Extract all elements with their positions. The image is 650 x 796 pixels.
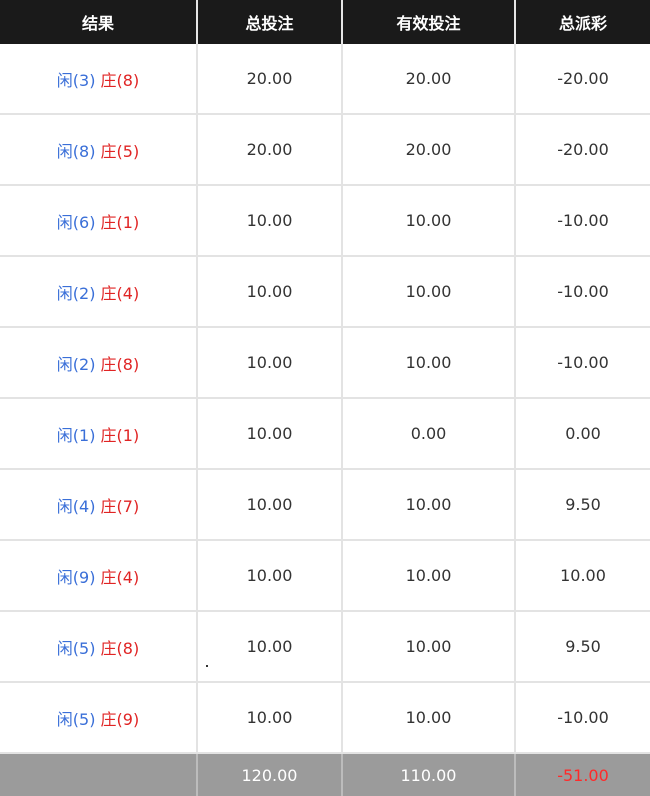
player-score: 闲(8) bbox=[56, 141, 96, 161]
table-row: 闲(5) 庄(9) 10.00 10.00 -10.00 bbox=[0, 682, 650, 754]
table-row: 闲(1) 庄(1) 10.00 0.00 0.00 bbox=[0, 398, 650, 470]
result-cell: 闲(5) 庄(9) bbox=[0, 682, 197, 754]
valid-bet-cell: 0.00 bbox=[341, 398, 515, 470]
payout-cell: 10.00 bbox=[514, 540, 650, 612]
banker-score: 庄(8) bbox=[100, 638, 140, 658]
banker-score: 庄(4) bbox=[100, 567, 140, 587]
stray-dot bbox=[206, 665, 208, 667]
payout-cell: -10.00 bbox=[514, 682, 650, 754]
total-bet-cell: 10.00 bbox=[196, 256, 342, 328]
player-score: 闲(9) bbox=[56, 567, 96, 587]
banker-score: 庄(4) bbox=[100, 283, 140, 303]
payout-cell: 0.00 bbox=[514, 398, 650, 470]
total-bet-cell: 10.00 bbox=[196, 540, 342, 612]
result-cell: 闲(9) 庄(4) bbox=[0, 540, 197, 612]
valid-bet-cell: 10.00 bbox=[341, 682, 515, 754]
player-score: 闲(6) bbox=[56, 212, 96, 232]
table-row: 闲(8) 庄(5) 20.00 20.00 -20.00 bbox=[0, 114, 650, 186]
total-bet-cell: 10.00 bbox=[196, 469, 342, 541]
table-row: 闲(9) 庄(4) 10.00 10.00 10.00 bbox=[0, 540, 650, 612]
payout-cell: -10.00 bbox=[514, 185, 650, 257]
result-cell: 闲(3) 庄(8) bbox=[0, 44, 197, 115]
table-row: 闲(2) 庄(8) 10.00 10.00 -10.00 bbox=[0, 327, 650, 399]
result-cell: 闲(8) 庄(5) bbox=[0, 114, 197, 186]
result-cell: 闲(6) 庄(1) bbox=[0, 185, 197, 257]
valid-bet-cell: 10.00 bbox=[341, 185, 515, 257]
result-cell: 闲(1) 庄(1) bbox=[0, 398, 197, 470]
player-score: 闲(5) bbox=[56, 709, 96, 729]
valid-bet-cell: 10.00 bbox=[341, 469, 515, 541]
banker-score: 庄(1) bbox=[100, 425, 140, 445]
header-total-payout: 总派彩 bbox=[514, 0, 650, 44]
total-bet-cell: 10.00 bbox=[196, 327, 342, 399]
table-row: 闲(4) 庄(7) 10.00 10.00 9.50 bbox=[0, 469, 650, 541]
banker-score: 庄(8) bbox=[100, 70, 140, 90]
table-row: 闲(6) 庄(1) 10.00 10.00 -10.00 bbox=[0, 185, 650, 257]
valid-bet-cell: 20.00 bbox=[341, 114, 515, 186]
total-bet-cell: 10.00 bbox=[196, 611, 342, 683]
payout-cell: -20.00 bbox=[514, 114, 650, 186]
banker-score: 庄(9) bbox=[100, 709, 140, 729]
valid-bet-cell: 20.00 bbox=[341, 44, 515, 115]
total-bet-cell: 20.00 bbox=[196, 114, 342, 186]
total-bet-cell: 10.00 bbox=[196, 398, 342, 470]
result-cell: 闲(4) 庄(7) bbox=[0, 469, 197, 541]
valid-bet-cell: 10.00 bbox=[341, 611, 515, 683]
payout-cell: 9.50 bbox=[514, 611, 650, 683]
result-cell: 闲(5) 庄(8) bbox=[0, 611, 197, 683]
total-bet-cell: 20.00 bbox=[196, 44, 342, 115]
table-header-row: 结果 总投注 有效投注 总派彩 bbox=[0, 0, 650, 44]
table-row: 闲(3) 庄(8) 20.00 20.00 -20.00 bbox=[0, 44, 650, 115]
player-score: 闲(1) bbox=[56, 425, 96, 445]
banker-score: 庄(1) bbox=[100, 212, 140, 232]
total-bet-cell: 10.00 bbox=[196, 185, 342, 257]
banker-score: 庄(5) bbox=[100, 141, 140, 161]
table-row: 闲(5) 庄(8) 10.00 10.00 9.50 bbox=[0, 611, 650, 683]
banker-score: 庄(8) bbox=[100, 354, 140, 374]
header-total-bet: 总投注 bbox=[196, 0, 342, 44]
payout-cell: 9.50 bbox=[514, 469, 650, 541]
player-score: 闲(4) bbox=[56, 496, 96, 516]
valid-bet-cell: 10.00 bbox=[341, 540, 515, 612]
bet-history-table: 结果 总投注 有效投注 总派彩 闲(3) 庄(8) 20.00 20.00 -2… bbox=[0, 0, 650, 796]
total-bet-cell: 10.00 bbox=[196, 682, 342, 754]
payout-cell: -10.00 bbox=[514, 327, 650, 399]
header-valid-bet: 有效投注 bbox=[341, 0, 515, 44]
table-row: 闲(2) 庄(4) 10.00 10.00 -10.00 bbox=[0, 256, 650, 328]
player-score: 闲(3) bbox=[56, 70, 96, 90]
payout-cell: -20.00 bbox=[514, 44, 650, 115]
player-score: 闲(5) bbox=[56, 638, 96, 658]
player-score: 闲(2) bbox=[56, 283, 96, 303]
banker-score: 庄(7) bbox=[100, 496, 140, 516]
result-cell: 闲(2) 庄(8) bbox=[0, 327, 197, 399]
header-result: 结果 bbox=[0, 0, 197, 44]
result-cell: 闲(2) 庄(4) bbox=[0, 256, 197, 328]
valid-bet-cell: 10.00 bbox=[341, 256, 515, 328]
player-score: 闲(2) bbox=[56, 354, 96, 374]
valid-bet-cell: 10.00 bbox=[341, 327, 515, 399]
payout-cell: -10.00 bbox=[514, 256, 650, 328]
